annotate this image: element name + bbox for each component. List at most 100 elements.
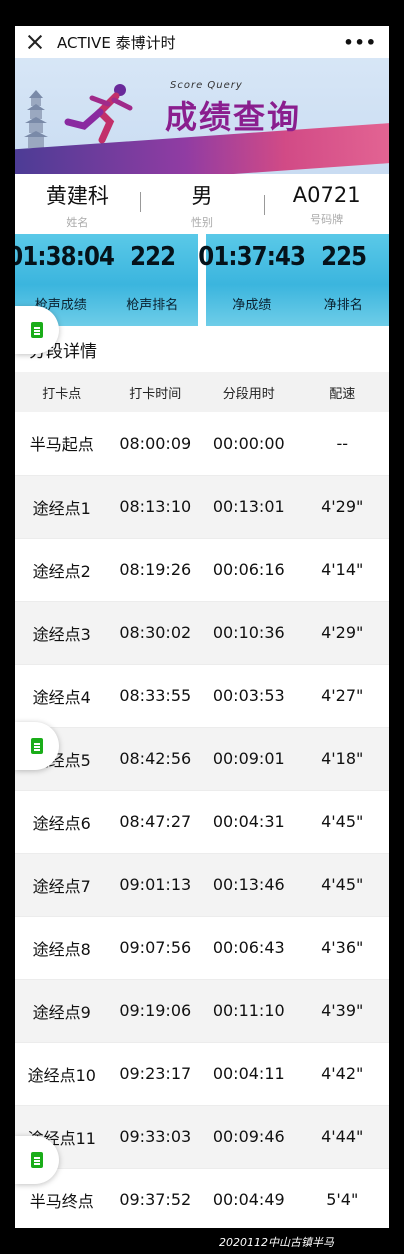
top-bar: ACTIVE 泰博计时 ••• (15, 26, 389, 58)
checkpoint-time: 09:19:06 (119, 1001, 192, 1020)
column-header: 配速 (329, 386, 356, 402)
pace: 4'29" (321, 623, 364, 642)
checkpoint-time: 08:42:56 (119, 749, 192, 768)
table-row: 途经点5 08:42:56 00:09:01 4'18" (15, 727, 389, 790)
split-time: 00:04:11 (212, 1064, 285, 1083)
split-time: 00:09:46 (212, 1127, 285, 1146)
table-row: 途经点6 08:47:27 00:04:31 4'45" (15, 790, 389, 853)
net-time: 01:37:43 (198, 242, 306, 272)
splits-title: 分段详情 (29, 341, 97, 362)
checkpoint-time: 09:01:13 (119, 875, 192, 894)
net-rank: 225 (320, 242, 367, 272)
runner-icon (64, 84, 133, 144)
split-time: 00:06:43 (212, 938, 285, 957)
image-caption: 2020112中山古镇半马 (219, 1236, 334, 1249)
checkpoint-name: 途经点4 (32, 687, 91, 707)
pagoda-icon (24, 90, 48, 148)
pace: 5'4" (326, 1190, 359, 1209)
table-row: 半马起点 08:00:09 00:00:00 -- (15, 412, 389, 475)
gun-rank-label: 枪声排名 (126, 297, 179, 313)
document-icon (31, 738, 43, 754)
pace: 4'44" (321, 1127, 364, 1146)
checkpoint-name: 途经点3 (32, 624, 91, 644)
document-icon (31, 1152, 43, 1168)
checkpoint-time: 08:30:02 (119, 623, 192, 642)
bib-label: 号码牌 (310, 213, 344, 226)
pace: 4'45" (321, 812, 364, 831)
gender-label: 性别 (191, 216, 213, 229)
column-header: 打卡点 (42, 386, 82, 402)
split-time: 00:04:31 (212, 812, 285, 831)
split-time: 00:06:16 (212, 560, 285, 579)
split-time: 00:03:53 (212, 686, 285, 705)
pace: 4'42" (321, 1064, 364, 1083)
table-row: 途经点10 09:23:17 00:04:11 4'42" (15, 1042, 389, 1105)
gun-time: 01:38:04 (15, 242, 115, 272)
net-time-label: 净成绩 (232, 297, 272, 313)
close-icon[interactable] (27, 34, 43, 50)
pace: 4'39" (321, 1001, 364, 1020)
banner: Score Query 成绩查询 (15, 58, 389, 174)
checkpoint-name: 途经点8 (32, 939, 91, 959)
document-icon (31, 322, 43, 338)
checkpoint-time: 09:07:56 (119, 938, 192, 957)
runner-name: 黄建科 (45, 184, 109, 208)
runner-bib: A0721 (292, 183, 361, 207)
table-row: 途经点1 08:13:10 00:13:01 4'29" (15, 475, 389, 538)
split-time: 00:09:01 (212, 749, 285, 768)
checkpoint-name: 途经点7 (32, 876, 91, 896)
table-row: 途经点7 09:01:13 00:13:46 4'45" (15, 853, 389, 916)
name-label: 姓名 (66, 216, 89, 229)
split-time: 00:00:00 (212, 433, 285, 453)
net-rank-label: 净排名 (323, 297, 363, 313)
checkpoint-time: 09:37:52 (119, 1190, 192, 1209)
checkpoint-name: 途经点10 (27, 1065, 96, 1085)
gun-rank: 222 (129, 242, 176, 272)
table-row: 途经点4 08:33:55 00:03:53 4'27" (15, 664, 389, 727)
split-time: 00:11:10 (212, 1001, 285, 1020)
table-row: 途经点11 09:33:03 00:09:46 4'44" (15, 1105, 389, 1168)
checkpoint-name: 途经点2 (32, 561, 91, 581)
checkpoint-name: 半马起点 (29, 435, 94, 455)
pace: 4'29" (321, 497, 364, 516)
pace: 4'45" (321, 875, 364, 894)
pace: 4'27" (321, 686, 364, 705)
split-time: 00:13:46 (212, 875, 285, 894)
name-field: 黄建科 姓名 (15, 180, 140, 230)
checkpoint-name: 途经点6 (32, 813, 91, 833)
app-title: ACTIVE 泰博计时 (57, 33, 176, 52)
table-row: 途经点8 09:07:56 00:06:43 4'36" (15, 916, 389, 979)
pace: -- (336, 433, 349, 453)
split-time: 00:04:49 (212, 1190, 285, 1209)
checkpoint-name: 途经点1 (32, 498, 91, 518)
checkpoint-time: 08:19:26 (119, 560, 192, 579)
table-row: 半马终点 09:37:52 00:04:49 5'4" (15, 1168, 389, 1228)
table-row: 途经点9 09:19:06 00:11:10 4'39" (15, 979, 389, 1042)
runner-info: 黄建科 姓名 男 性别 A0721 号码牌 (15, 174, 389, 234)
column-header: 打卡时间 (129, 386, 182, 402)
more-icon[interactable]: ••• (343, 33, 377, 52)
app-screen: ACTIVE 泰博计时 ••• Score Query 成绩查询 黄建科 姓名 (15, 26, 389, 1228)
checkpoint-time: 09:33:03 (119, 1127, 192, 1146)
split-time: 00:10:36 (212, 623, 285, 642)
checkpoint-time: 08:00:09 (119, 433, 192, 453)
gender-field: 男 性别 (139, 180, 265, 230)
checkpoint-time: 08:47:27 (119, 812, 192, 831)
pace: 4'14" (321, 560, 364, 579)
checkpoint-name: 途经点9 (32, 1002, 91, 1022)
table-row: 途经点2 08:19:26 00:06:16 4'14" (15, 538, 389, 601)
runner-gender: 男 (191, 184, 213, 208)
score-panel: 01:38:04 222 枪声成绩 枪声排名 01:37:43 225 净成绩 … (15, 234, 389, 326)
banner-title: 成绩查询 (165, 98, 302, 136)
splits-table: 打卡点 打卡时间 分段用时 配速 半马起点 08:00:09 00:00:00 -- 途经点1… (15, 372, 389, 1228)
checkpoint-time: 08:33:55 (119, 686, 192, 705)
checkpoint-time: 09:23:17 (119, 1064, 192, 1083)
pace: 4'18" (321, 749, 364, 768)
column-header: 分段用时 (222, 386, 275, 402)
banner-subtitle: Score Query (170, 80, 243, 91)
pace: 4'36" (321, 938, 364, 957)
splits-body: 半马起点 08:00:09 00:00:00 -- 途经点1 08:13:10 00:13:… (15, 412, 389, 1228)
table-header: 打卡点 打卡时间 分段用时 配速 (15, 372, 389, 412)
table-row: 途经点3 08:30:02 00:10:36 4'29" (15, 601, 389, 664)
bib-field: A0721 号码牌 (264, 183, 389, 227)
